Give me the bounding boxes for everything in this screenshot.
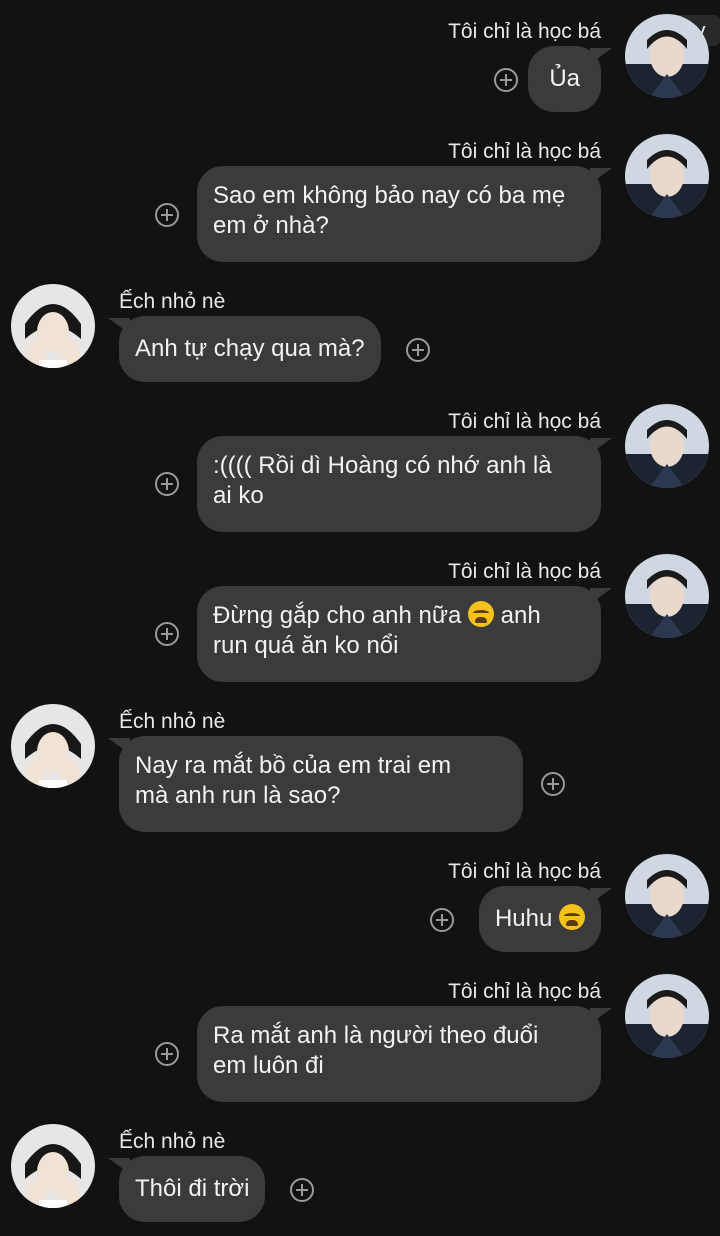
message-text: Đừng gắp cho anh nữa — [213, 602, 468, 629]
crying-face-icon — [467, 601, 494, 627]
sender-name: Tôi chỉ là học bá — [448, 140, 601, 163]
add-reaction-icon[interactable] — [430, 908, 454, 932]
sender-name: Tôi chỉ là học bá — [448, 20, 601, 43]
sender-name: Ếch nhỏ nè — [119, 1130, 226, 1153]
avatar[interactable] — [625, 14, 709, 98]
sender-name: Tôi chỉ là học bá — [448, 860, 601, 883]
bubble-tail — [590, 1008, 612, 1024]
add-reaction-icon[interactable] — [406, 338, 430, 362]
add-reaction-icon[interactable] — [155, 622, 179, 646]
message-bubble[interactable]: Nay ra mắt bồ của em trai em mà anh run … — [119, 736, 523, 832]
message-bubble[interactable]: :(((( Rồi dì Hoàng có nhớ anh là ai ko — [197, 436, 601, 532]
crying-face-icon — [559, 904, 585, 930]
message-bubble[interactable]: Huhu — [478, 886, 601, 952]
avatar[interactable] — [11, 704, 95, 788]
add-reaction-icon[interactable] — [290, 1178, 314, 1202]
sender-name: Ếch nhỏ nè — [119, 710, 226, 733]
bubble-tail — [590, 588, 612, 604]
add-reaction-icon[interactable] — [494, 68, 518, 92]
avatar[interactable] — [625, 134, 709, 218]
add-reaction-icon[interactable] — [155, 472, 179, 496]
avatar[interactable] — [625, 974, 709, 1058]
bubble-tail — [590, 168, 612, 184]
bubble-tail — [108, 1158, 130, 1174]
avatar[interactable] — [625, 554, 709, 638]
avatar[interactable] — [625, 854, 709, 938]
message-bubble[interactable]: Sao em không bảo nay có ba mẹ em ở nhà? — [197, 166, 601, 262]
sender-name: Tôi chỉ là học bá — [448, 410, 601, 433]
bubble-tail — [108, 318, 130, 334]
sender-name: Tôi chỉ là học bá — [448, 560, 601, 583]
add-reaction-icon[interactable] — [155, 1042, 179, 1066]
message-text: Huhu — [494, 905, 559, 932]
sender-name: Tôi chỉ là học bá — [448, 980, 601, 1003]
avatar[interactable] — [625, 404, 709, 488]
bubble-tail — [590, 438, 612, 454]
bubble-tail — [590, 48, 612, 64]
message-bubble[interactable]: Anh tự chạy qua mà? — [119, 316, 381, 382]
add-reaction-icon[interactable] — [155, 203, 179, 227]
avatar[interactable] — [11, 284, 95, 368]
bubble-tail — [108, 738, 130, 754]
sender-name: Ếch nhỏ nè — [119, 290, 226, 313]
message-bubble[interactable]: Ra mắt anh là người theo đuổi em luôn đi — [197, 1006, 601, 1102]
add-reaction-icon[interactable] — [541, 772, 565, 796]
avatar[interactable] — [11, 1124, 95, 1208]
message-bubble[interactable]: Đừng gắp cho anh nữa anh run quá ăn ko n… — [197, 586, 601, 682]
message-bubble[interactable]: Thôi đi trời — [119, 1156, 266, 1222]
bubble-tail — [590, 888, 612, 904]
